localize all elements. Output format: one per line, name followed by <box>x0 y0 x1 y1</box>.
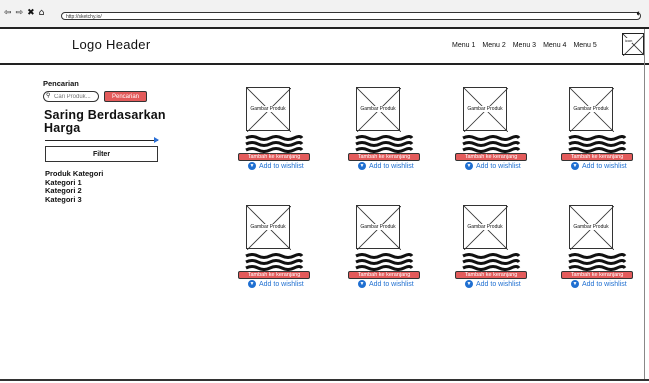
product-image[interactable]: Gambar Produk <box>569 87 614 132</box>
product-card: Gambar Produk Tambah ke keranjang ▼ Add to … <box>455 205 527 288</box>
search-input[interactable] <box>43 91 99 102</box>
product-image-label: Gambar Produk <box>357 106 399 112</box>
category-item-3[interactable]: Kategori 3 <box>45 195 103 205</box>
product-image[interactable]: Gambar Produk <box>246 205 291 250</box>
product-description-scribble <box>245 253 304 271</box>
add-to-cart-button[interactable]: Tambah ke keranjang <box>348 153 420 161</box>
filter-button[interactable]: Filter <box>45 146 158 162</box>
wishlist-icon: ▼ <box>571 162 579 170</box>
add-to-wishlist-link[interactable]: ▼ Add to wishlist <box>358 280 414 288</box>
add-to-cart-button[interactable]: Tambah ke keranjang <box>348 271 420 279</box>
wishlist-label: Add to wishlist <box>369 162 414 170</box>
menu-item-4[interactable]: Menu 4 <box>543 42 566 49</box>
add-to-cart-button[interactable]: Tambah ke keranjang <box>455 153 527 161</box>
browser-toolbar: ⇦ ⇨ ✖ ⌂ http://sketchy.io/ ◐ <box>0 0 649 29</box>
wishlist-label: Add to wishlist <box>476 280 521 288</box>
slider-handle[interactable] <box>154 137 159 143</box>
wishlist-icon: ▼ <box>465 162 473 170</box>
add-to-wishlist-link[interactable]: ▼ Add to wishlist <box>571 162 627 170</box>
wishlist-label: Add to wishlist <box>476 162 521 170</box>
add-to-wishlist-link[interactable]: ▼ Add to wishlist <box>248 162 304 170</box>
wishlist-icon: ▼ <box>248 280 256 288</box>
add-to-cart-button[interactable]: Tambah ke keranjang <box>238 271 310 279</box>
product-card: Gambar Produk Tambah ke keranjang ▼ Add to … <box>455 87 527 170</box>
product-image-label: Gambar Produk <box>247 224 289 230</box>
product-card: Gambar Produk Tambah ke keranjang ▼ Add to … <box>348 87 420 170</box>
browser-nav: ⇦ ⇨ ✖ ⌂ <box>4 9 44 18</box>
menu-item-2[interactable]: Menu 2 <box>482 42 505 49</box>
product-description-scribble <box>355 253 414 271</box>
product-description-scribble <box>245 135 304 153</box>
add-to-cart-button[interactable]: Tambah ke keranjang <box>238 153 310 161</box>
search-button[interactable]: Pencarian <box>104 91 147 102</box>
wishlist-label: Add to wishlist <box>582 280 627 288</box>
wishlist-label: Add to wishlist <box>259 280 304 288</box>
forward-icon[interactable]: ⇨ <box>16 9 24 18</box>
site-header: Logo Header Menu 1 Menu 2 Menu 3 Menu 4 … <box>0 29 649 65</box>
wishlist-label: Add to wishlist <box>369 280 414 288</box>
search-icon: ⚲ <box>46 93 51 99</box>
product-image[interactable]: Gambar Produk <box>463 205 508 250</box>
page-scroll-edge <box>644 29 645 381</box>
address-bar[interactable]: http://sketchy.io/ <box>61 12 641 20</box>
product-card: Gambar Produk Tambah ke keranjang ▼ Add to … <box>561 87 633 170</box>
product-card: Gambar Produk Tambah ke keranjang ▼ Add to … <box>238 87 310 170</box>
product-image-label: Gambar Produk <box>570 106 612 112</box>
wishlist-icon: ▼ <box>358 280 366 288</box>
page-bottom-border <box>0 379 649 381</box>
add-to-wishlist-link[interactable]: ▼ Add to wishlist <box>571 280 627 288</box>
product-image[interactable]: Gambar Produk <box>246 87 291 132</box>
product-image-label: Gambar Produk <box>464 224 506 230</box>
product-description-scribble <box>462 135 521 153</box>
product-card: Gambar Produk Tambah ke keranjang ▼ Add to … <box>348 205 420 288</box>
wishlist-icon: ▼ <box>465 280 473 288</box>
wishlist-icon: ▼ <box>358 162 366 170</box>
product-description-scribble <box>462 253 521 271</box>
menu-item-3[interactable]: Menu 3 <box>513 42 536 49</box>
wishlist-label: Add to wishlist <box>582 162 627 170</box>
price-slider[interactable] <box>45 140 158 141</box>
add-to-cart-button[interactable]: Tambah ke keranjang <box>561 271 633 279</box>
add-to-cart-button[interactable]: Tambah ke keranjang <box>561 153 633 161</box>
header-icon[interactable]: icon <box>622 33 645 56</box>
product-card: Gambar Produk Tambah ke keranjang ▼ Add to … <box>561 205 633 288</box>
back-icon[interactable]: ⇦ <box>4 9 12 18</box>
search-label: Pencarian <box>43 79 79 88</box>
wishlist-label: Add to wishlist <box>259 162 304 170</box>
add-to-wishlist-link[interactable]: ▼ Add to wishlist <box>358 162 414 170</box>
product-image[interactable]: Gambar Produk <box>356 87 401 132</box>
header-icon-label: icon <box>625 38 633 43</box>
product-image-label: Gambar Produk <box>464 106 506 112</box>
add-to-wishlist-link[interactable]: ▼ Add to wishlist <box>248 280 304 288</box>
product-card: Gambar Produk Tambah ke keranjang ▼ Add to … <box>238 205 310 288</box>
product-image-label: Gambar Produk <box>247 106 289 112</box>
home-icon[interactable]: ⌂ <box>39 9 45 18</box>
category-list: Produk Kategori Kategori 1 Kategori 2 Ka… <box>45 169 103 205</box>
add-to-cart-button[interactable]: Tambah ke keranjang <box>455 271 527 279</box>
product-description-scribble <box>568 135 627 153</box>
menu-item-5[interactable]: Menu 5 <box>573 42 596 49</box>
product-image[interactable]: Gambar Produk <box>356 205 401 250</box>
search-icon[interactable]: ◐ <box>636 9 641 18</box>
price-filter-title: Saring Berdasarkan Harga <box>44 108 166 135</box>
product-image[interactable]: Gambar Produk <box>569 205 614 250</box>
close-icon[interactable]: ✖ <box>27 9 35 18</box>
menu-item-1[interactable]: Menu 1 <box>452 42 475 49</box>
main-menu: Menu 1 Menu 2 Menu 3 Menu 4 Menu 5 <box>452 42 597 49</box>
add-to-wishlist-link[interactable]: ▼ Add to wishlist <box>465 162 521 170</box>
wishlist-icon: ▼ <box>571 280 579 288</box>
product-description-scribble <box>568 253 627 271</box>
product-image[interactable]: Gambar Produk <box>463 87 508 132</box>
product-image-label: Gambar Produk <box>570 224 612 230</box>
add-to-wishlist-link[interactable]: ▼ Add to wishlist <box>465 280 521 288</box>
product-description-scribble <box>355 135 414 153</box>
wishlist-icon: ▼ <box>248 162 256 170</box>
product-image-label: Gambar Produk <box>357 224 399 230</box>
logo[interactable]: Logo Header <box>72 37 150 52</box>
